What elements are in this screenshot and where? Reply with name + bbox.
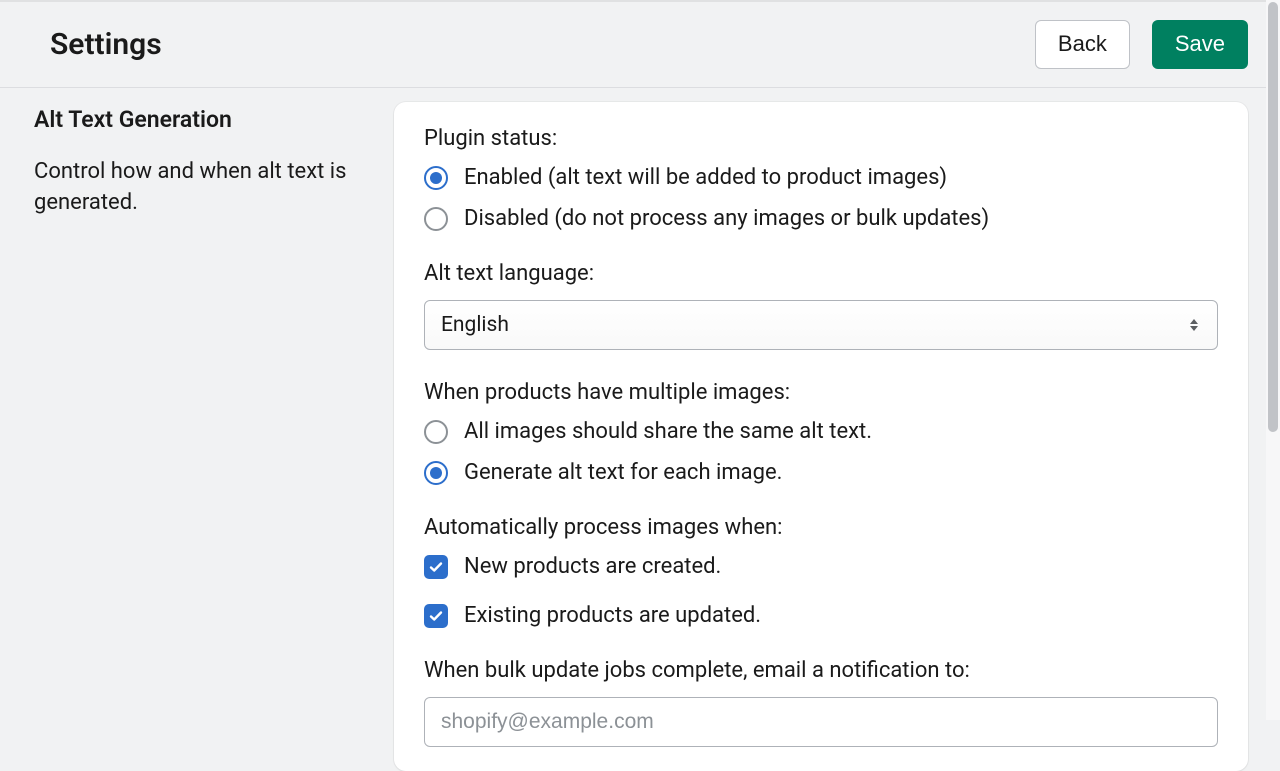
plugin-status-label: Plugin status: <box>424 126 1218 151</box>
auto-process-existing-option[interactable]: Existing products are updated. <box>424 603 1218 628</box>
save-button[interactable]: Save <box>1152 20 1248 68</box>
multiple-images-group: When products have multiple images: All … <box>424 380 1218 485</box>
content-area: Alt Text Generation Control how and when… <box>0 88 1280 771</box>
scrollbar-thumb[interactable] <box>1268 2 1278 432</box>
radio-label: Generate alt text for each image. <box>464 460 782 485</box>
auto-process-new-option[interactable]: New products are created. <box>424 554 1218 579</box>
radio-label: All images should share the same alt tex… <box>464 419 872 444</box>
radio-icon <box>424 461 448 485</box>
multiple-images-shared-option[interactable]: All images should share the same alt tex… <box>424 419 1218 444</box>
checkbox-label: New products are created. <box>464 554 721 579</box>
back-button[interactable]: Back <box>1035 20 1130 68</box>
section-title: Alt Text Generation <box>34 106 366 133</box>
vertical-scrollbar[interactable] <box>1266 0 1280 720</box>
page-title: Settings <box>50 27 162 62</box>
notification-email-input[interactable] <box>424 697 1218 747</box>
settings-card: Plugin status: Enabled (alt text will be… <box>394 102 1248 771</box>
section-sidebar: Alt Text Generation Control how and when… <box>34 102 366 771</box>
auto-process-group: Automatically process images when: New p… <box>424 515 1218 628</box>
auto-process-label: Automatically process images when: <box>424 515 1218 540</box>
checkmark-icon <box>428 559 444 575</box>
plugin-status-enabled-option[interactable]: Enabled (alt text will be added to produ… <box>424 165 1218 190</box>
language-select-wrapper: English <box>424 300 1218 350</box>
radio-icon <box>424 166 448 190</box>
radio-icon <box>424 207 448 231</box>
language-group: Alt text language: English <box>424 261 1218 350</box>
header-bar: Settings Back Save <box>0 0 1280 88</box>
section-description: Control how and when alt text is generat… <box>34 157 366 219</box>
radio-label: Disabled (do not process any images or b… <box>464 206 989 231</box>
checkbox-label: Existing products are updated. <box>464 603 761 628</box>
notification-group: When bulk update jobs complete, email a … <box>424 658 1218 747</box>
header-actions: Back Save <box>1035 20 1248 68</box>
notification-label: When bulk update jobs complete, email a … <box>424 658 1218 683</box>
multiple-images-label: When products have multiple images: <box>424 380 1218 405</box>
multiple-images-each-option[interactable]: Generate alt text for each image. <box>424 460 1218 485</box>
checkbox-icon <box>424 555 448 579</box>
plugin-status-group: Plugin status: Enabled (alt text will be… <box>424 126 1218 231</box>
checkmark-icon <box>428 608 444 624</box>
radio-icon <box>424 420 448 444</box>
radio-label: Enabled (alt text will be added to produ… <box>464 165 947 190</box>
checkbox-icon <box>424 604 448 628</box>
language-select[interactable]: English <box>424 300 1218 350</box>
plugin-status-disabled-option[interactable]: Disabled (do not process any images or b… <box>424 206 1218 231</box>
language-label: Alt text language: <box>424 261 1218 286</box>
